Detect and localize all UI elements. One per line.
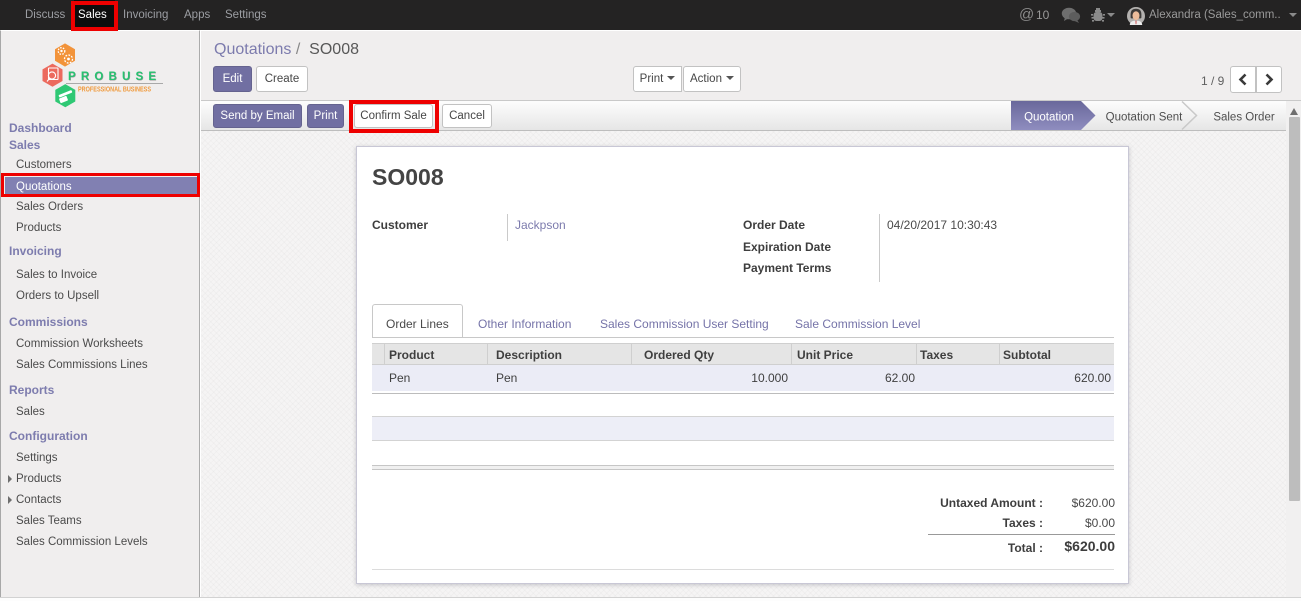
svg-text:Sales Order: Sales Order	[1213, 112, 1275, 124]
svg-text:Quotation Sent: Quotation Sent	[1106, 112, 1184, 124]
svg-text:Quotation: Quotation	[1024, 112, 1074, 124]
svg-text:PROFESSIONAL BUSINESS: PROFESSIONAL BUSINESS	[78, 87, 151, 94]
svg-text:PROBUSE: PROBUSE	[68, 71, 161, 83]
